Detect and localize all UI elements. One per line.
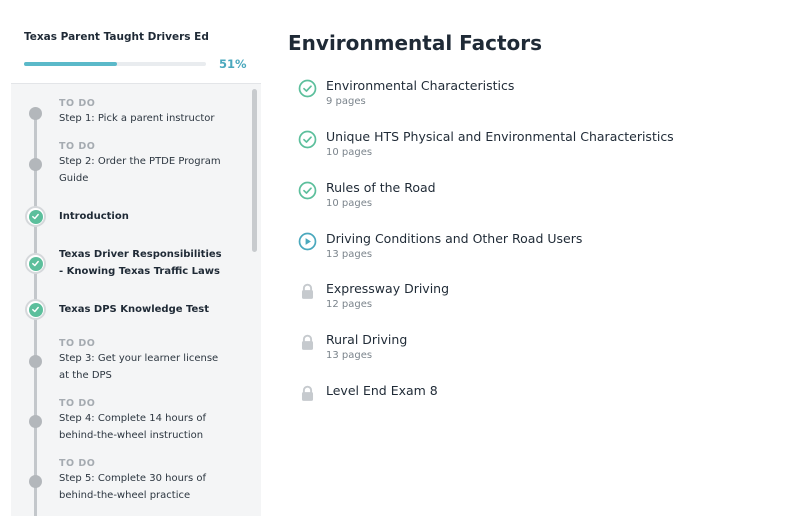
lesson-title: Expressway Driving [326, 281, 450, 296]
play-circle-icon [298, 232, 317, 251]
todo-dot-icon [29, 415, 42, 428]
lesson-page-count: 9 pages [326, 96, 366, 107]
step-status-tag: TO DO [59, 98, 96, 109]
lesson-title: Unique HTS Physical and Environmental Ch… [326, 129, 674, 144]
todo-dot-icon [29, 158, 42, 171]
lesson-page-count: 13 pages [326, 249, 373, 260]
check-circle-icon [298, 79, 317, 98]
lesson-item[interactable]: Unique HTS Physical and Environmental Ch… [298, 129, 778, 169]
step-status-tag: TO DO [59, 141, 96, 152]
step-label: Step 2: Order the PTDE Program Guide [59, 156, 221, 184]
check-circle-icon [298, 181, 317, 200]
check-circle-icon [298, 130, 317, 149]
lesson-item[interactable]: Rules of the Road 10 pages [298, 180, 778, 220]
step-status-tag: TO DO [59, 458, 96, 469]
completed-check-icon [25, 206, 46, 227]
lesson-item[interactable]: Expressway Driving 12 pages [298, 281, 778, 321]
step-status-tag: TO DO [59, 398, 96, 409]
lesson-page-count: 10 pages [326, 198, 373, 209]
step-label: Step 4: Complete 14 hours of behind-the-… [59, 413, 207, 441]
lesson-item[interactable]: Driving Conditions and Other Road Users … [298, 231, 778, 271]
lesson-item[interactable]: Rural Driving 13 pages [298, 332, 778, 372]
lesson-page-count: 12 pages [326, 299, 373, 310]
lesson-item[interactable]: Level End Exam 8 [298, 383, 778, 423]
lesson-title: Environmental Characteristics [326, 78, 515, 93]
completed-check-icon [25, 299, 46, 320]
page-title: Environmental Factors [288, 31, 543, 55]
step-label: Texas Driver Responsibilities - Knowing … [59, 249, 222, 277]
step-label: Introduction [59, 211, 129, 222]
course-progress-percent: 51% [219, 57, 247, 71]
todo-dot-icon [29, 107, 42, 120]
lesson-item[interactable]: Environmental Characteristics 9 pages [298, 78, 778, 118]
step-status-tag: TO DO [59, 338, 96, 349]
course-sidebar: Texas Parent Taught Drivers Ed 51% TO DO… [0, 0, 270, 516]
lesson-title: Rules of the Road [326, 180, 436, 195]
completed-check-icon [25, 253, 46, 274]
lesson-title: Rural Driving [326, 332, 408, 347]
step-label: Step 1: Pick a parent instructor [59, 113, 215, 124]
todo-dot-icon [29, 475, 42, 488]
steps-panel: TO DO Step 1: Pick a parent instructor T… [11, 83, 261, 516]
lesson-page-count: 10 pages [326, 147, 373, 158]
lock-icon [298, 333, 317, 352]
lock-icon [298, 282, 317, 301]
lesson-page-count: 13 pages [326, 350, 373, 361]
course-progress-bar [24, 62, 206, 66]
step-label: Texas DPS Knowledge Test [59, 304, 209, 315]
step-label: Step 3: Get your learner license at the … [59, 353, 219, 381]
course-title: Texas Parent Taught Drivers Ed [24, 31, 209, 43]
step-label: Step 5: Complete 30 hours of behind-the-… [59, 473, 207, 501]
lesson-title: Driving Conditions and Other Road Users [326, 231, 583, 246]
lock-icon [298, 384, 317, 403]
todo-dot-icon [29, 355, 42, 368]
course-progress-fill [24, 62, 117, 66]
sidebar-scrollbar[interactable] [252, 89, 257, 252]
lesson-title: Level End Exam 8 [326, 383, 438, 398]
